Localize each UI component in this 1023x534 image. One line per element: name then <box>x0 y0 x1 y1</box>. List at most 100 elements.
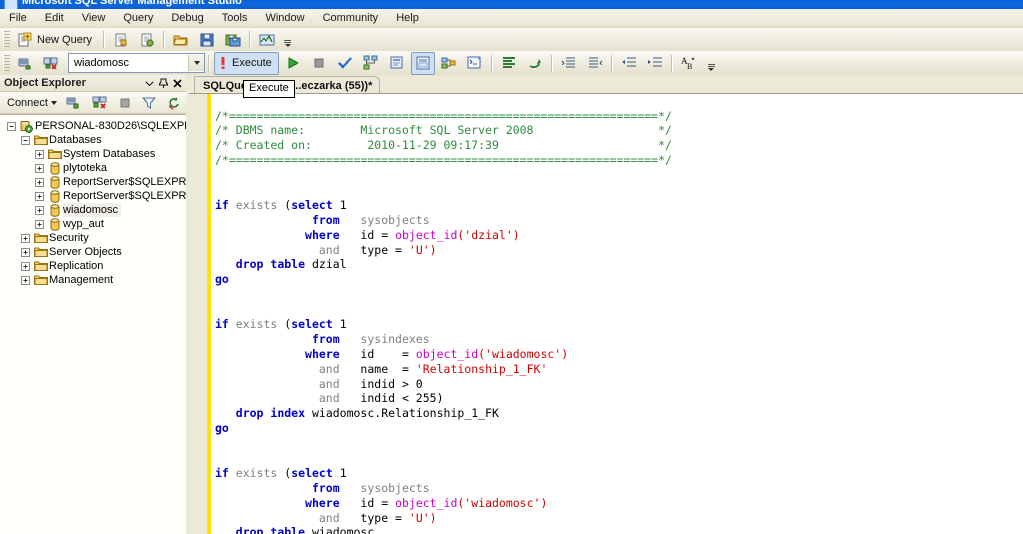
chevron-down-icon[interactable] <box>142 76 156 90</box>
check-mark-icon <box>337 55 353 71</box>
specify-values-for-template-parameters-button[interactable]: A B <box>677 52 703 75</box>
execute-exclamation-icon <box>218 55 228 71</box>
menu-view[interactable]: View <box>73 10 115 27</box>
collapse-icon[interactable] <box>5 119 18 133</box>
menu-help[interactable]: Help <box>387 10 428 27</box>
debug-button[interactable] <box>281 52 305 75</box>
floppy-disk-icon <box>199 32 215 48</box>
tree-node-replication[interactable]: Replication <box>0 259 186 273</box>
object-explorer-panel: Object Explorer Connect PERSONAL-830D26\… <box>0 75 186 534</box>
new-database-engine-query-button[interactable] <box>109 28 133 51</box>
connect-object-explorer-icon[interactable] <box>62 91 86 114</box>
close-icon[interactable] <box>170 76 184 90</box>
activity-monitor-button[interactable] <box>255 28 279 51</box>
stop-square-icon <box>311 55 327 71</box>
cancel-executing-query-button[interactable] <box>307 52 331 75</box>
actual-plan-icon <box>415 55 431 71</box>
sql-editor-toolbar: wiadomosc Execute A B <box>0 51 1023 76</box>
oe-connect-button[interactable]: Connect <box>3 95 61 111</box>
new-analysis-services-query-button[interactable] <box>135 28 159 51</box>
toolbar-grip[interactable] <box>3 54 10 72</box>
new-query-button[interactable]: New Query <box>13 28 99 51</box>
query-options-button[interactable] <box>385 52 409 75</box>
disconnect-button[interactable] <box>39 52 63 75</box>
comment-lines-icon <box>561 55 577 71</box>
tree-node-reportservertempdb[interactable]: ReportServer$SQLEXPRES <box>0 189 186 203</box>
expand-icon[interactable] <box>19 273 32 287</box>
tree-node-security[interactable]: Security <box>0 231 186 245</box>
menu-debug[interactable]: Debug <box>162 10 212 27</box>
window-titlebar: Microsoft SQL Server Management Studio <box>0 0 1023 9</box>
document-area: SQLQuery1.sql - ...eczarka (55))* /*====… <box>189 75 1023 534</box>
tree-node-server[interactable]: PERSONAL-830D26\SQLEXPRESS <box>0 119 186 133</box>
expand-icon[interactable] <box>19 231 32 245</box>
tree-node-databases[interactable]: Databases <box>0 133 186 147</box>
tree-node-reportserver[interactable]: ReportServer$SQLEXPRES <box>0 175 186 189</box>
increase-indent-button[interactable] <box>643 52 667 75</box>
database-icon <box>46 217 63 231</box>
connect-server-icon <box>17 55 33 71</box>
expand-icon[interactable] <box>19 245 32 259</box>
collapse-icon[interactable] <box>19 133 32 147</box>
tree-node-management[interactable]: Management <box>0 273 186 287</box>
expand-icon[interactable] <box>19 259 32 273</box>
toolbar-separator <box>610 54 613 72</box>
expand-icon[interactable] <box>33 203 46 217</box>
tree-node-wiadomosc[interactable]: wiadomosc <box>0 203 186 217</box>
connect-button[interactable] <box>13 52 37 75</box>
expand-icon[interactable] <box>33 147 46 161</box>
tree-node-system-databases[interactable]: System Databases <box>0 147 186 161</box>
expand-icon[interactable] <box>33 189 46 203</box>
database-icon <box>46 175 63 189</box>
tree-node-label: Databases <box>49 134 102 146</box>
save-all-button[interactable] <box>221 28 245 51</box>
toolbar-options-button[interactable] <box>706 53 717 74</box>
toolbar-grip[interactable] <box>3 31 10 48</box>
sqlcmd-mode-button[interactable] <box>463 52 487 75</box>
save-button[interactable] <box>195 28 219 51</box>
menu-file[interactable]: File <box>0 10 36 27</box>
sql-code[interactable]: /*======================================… <box>215 109 1023 534</box>
tree-node-server-objects[interactable]: Server Objects <box>0 245 186 259</box>
results-to-grid-icon <box>527 55 543 71</box>
toolbar-options-button[interactable] <box>282 29 293 50</box>
include-actual-execution-plan-button[interactable] <box>410 51 435 75</box>
execute-button[interactable]: Execute <box>214 51 279 75</box>
refresh-icon[interactable] <box>162 91 186 114</box>
parse-button[interactable] <box>333 52 357 75</box>
menu-community[interactable]: Community <box>314 10 388 27</box>
decrease-indent-button[interactable] <box>617 52 641 75</box>
stop-icon[interactable] <box>114 91 136 114</box>
database-combo[interactable]: wiadomosc <box>68 53 205 73</box>
menu-window[interactable]: Window <box>256 10 313 27</box>
comment-lines-button[interactable] <box>557 52 581 75</box>
menu-tools[interactable]: Tools <box>213 10 257 27</box>
expand-icon[interactable] <box>33 161 46 175</box>
expand-icon[interactable] <box>33 217 46 231</box>
oe-connect-label: Connect <box>7 96 48 109</box>
filter-icon[interactable] <box>138 91 160 114</box>
object-explorer-tree[interactable]: PERSONAL-830D26\SQLEXPRESS Databases Syste… <box>0 114 186 534</box>
expand-icon[interactable] <box>33 175 46 189</box>
chevron-down-icon[interactable] <box>188 55 204 71</box>
menu-edit[interactable]: Edit <box>36 10 73 27</box>
new-query-icon <box>17 32 33 48</box>
menu-query[interactable]: Query <box>114 10 162 27</box>
results-to-text-button[interactable] <box>497 52 521 75</box>
database-icon <box>46 203 63 217</box>
tree-node-label: ReportServer$SQLEXPRES <box>63 176 186 188</box>
results-to-grid-button[interactable] <box>523 52 547 75</box>
folder-icon <box>32 245 49 259</box>
sql-text-editor[interactable]: /*======================================… <box>189 93 1023 534</box>
disconnect-object-explorer-icon[interactable] <box>88 91 112 114</box>
sqlcmd-icon <box>467 55 483 71</box>
include-client-statistics-button[interactable] <box>437 52 461 75</box>
pin-icon[interactable] <box>156 76 170 90</box>
tree-node-plytoteka[interactable]: plytoteka <box>0 161 186 175</box>
uncomment-lines-button[interactable] <box>583 52 607 75</box>
tree-node-wyp-aut[interactable]: wyp_aut <box>0 217 186 231</box>
tree-node-label: PERSONAL-830D26\SQLEXPRESS <box>35 120 186 132</box>
uncomment-lines-icon <box>587 55 603 71</box>
open-file-button[interactable] <box>169 28 193 51</box>
display-estimated-execution-plan-button[interactable] <box>359 52 383 75</box>
